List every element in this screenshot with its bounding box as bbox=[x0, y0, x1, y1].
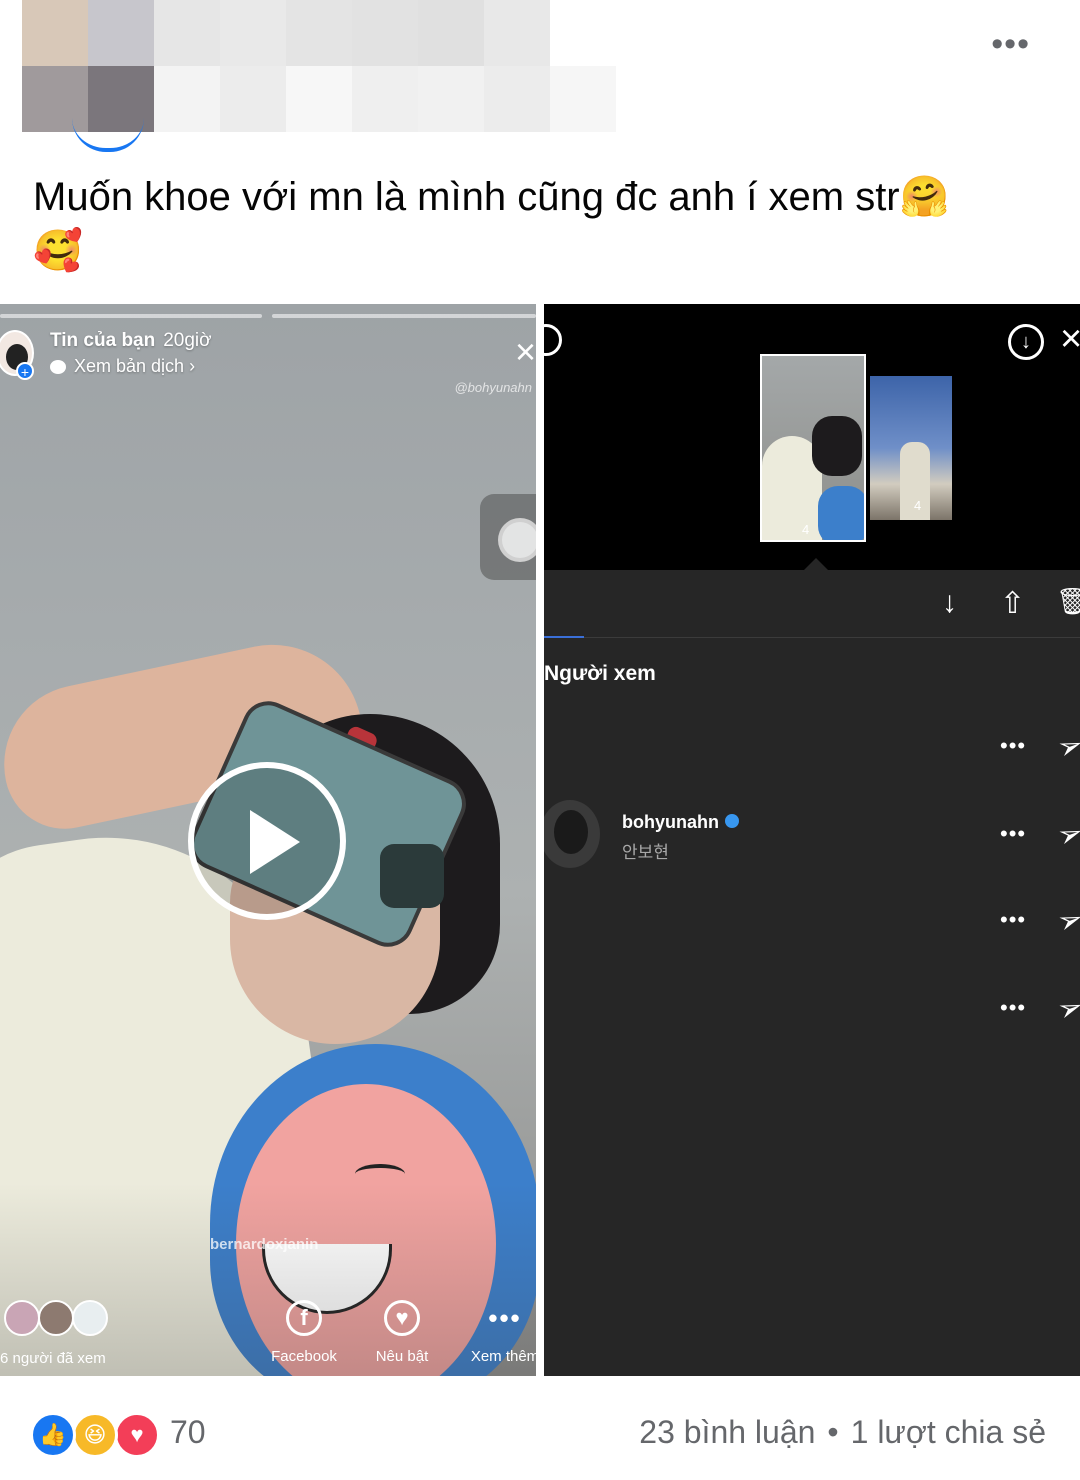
story-progress-bar-2 bbox=[272, 314, 536, 318]
more-dots-icon: ••• bbox=[488, 1302, 522, 1333]
translate-label: Xem bản dịch bbox=[74, 356, 185, 376]
selected-thumbnail-pointer bbox=[802, 558, 830, 572]
assistive-touch-button[interactable] bbox=[480, 494, 536, 580]
thumbnail-view-count: 4 bbox=[802, 522, 810, 537]
settings-gear-icon[interactable] bbox=[544, 324, 562, 356]
watermark-top: @bohyunahn bbox=[454, 380, 532, 395]
chevron-right-icon: › bbox=[189, 356, 196, 376]
highlight-action[interactable]: ♥ Nêu bật bbox=[362, 1300, 442, 1365]
engagement-stats: 23 bình luận • 1 lượt chia sẻ bbox=[639, 1414, 1046, 1451]
viewer-row[interactable]: bohyunahn bbox=[622, 812, 739, 833]
facebook-action[interactable]: f Facebook bbox=[264, 1300, 344, 1365]
post-footer: 👍 😆 ♥ 70 23 bình luận • 1 lượt chia sẻ bbox=[0, 1400, 1080, 1470]
facebook-icon: f bbox=[286, 1300, 322, 1336]
post-header: ••• bbox=[0, 0, 1080, 152]
more-options-icon[interactable]: ••• bbox=[991, 27, 1030, 61]
viewer-avatar bbox=[38, 1300, 74, 1336]
viewer-display-name: 안보현 bbox=[622, 843, 669, 862]
more-action[interactable]: ••• Xem thêm bbox=[460, 1300, 536, 1366]
viewer-avatar bbox=[72, 1300, 108, 1336]
row-options-icon[interactable]: ••• bbox=[1000, 997, 1026, 1019]
smiling-hearts-emoji: 🥰 bbox=[33, 228, 83, 274]
like-reaction-icon: 👍 bbox=[30, 1412, 76, 1458]
send-icon[interactable]: ➢ bbox=[1053, 815, 1080, 855]
chat-bubble-icon bbox=[50, 360, 66, 374]
download-icon[interactable]: ↓ bbox=[942, 586, 957, 620]
reaction-count[interactable]: 70 bbox=[170, 1414, 206, 1451]
story-thumbnail-1[interactable]: 4 bbox=[760, 354, 866, 542]
action-label: Xem thêm bbox=[470, 1348, 536, 1365]
row-options-icon[interactable]: ••• bbox=[1000, 735, 1026, 757]
hugging-face-emoji: 🤗 bbox=[899, 174, 950, 220]
love-reaction-icon: ♥ bbox=[114, 1412, 160, 1458]
viewer-username: bohyunahn bbox=[622, 812, 719, 832]
story-header: Tin của bạn 20giờ bbox=[50, 330, 212, 352]
avatar-story-ring[interactable] bbox=[72, 118, 144, 152]
row-options-icon[interactable]: ••• bbox=[1000, 823, 1026, 845]
action-label: Facebook bbox=[271, 1348, 337, 1365]
share-icon[interactable]: ⇧ bbox=[1000, 586, 1025, 621]
send-icon[interactable]: ➢ bbox=[1053, 727, 1080, 767]
separator: • bbox=[827, 1414, 839, 1450]
watermark-bottom: bernardoxjanin bbox=[210, 1236, 319, 1253]
close-icon[interactable]: × bbox=[1060, 320, 1080, 358]
post-caption: Muốn khoe với mn là mình cũng đc anh í x… bbox=[33, 170, 1043, 278]
highlight-heart-icon: ♥ bbox=[384, 1300, 420, 1336]
row-options-icon[interactable]: ••• bbox=[1000, 909, 1026, 931]
story-title: Tin của bạn bbox=[50, 330, 156, 351]
story-screenshot[interactable]: + Tin của bạn 20giờ Xem bản dịch › × @boh… bbox=[0, 304, 536, 1376]
share-count[interactable]: 1 lượt chia sẻ bbox=[851, 1414, 1046, 1450]
haha-reaction-icon: 😆 bbox=[72, 1412, 118, 1458]
active-tab-indicator bbox=[544, 636, 584, 638]
viewers-heading: Người xem bbox=[544, 662, 656, 685]
play-video-button[interactable] bbox=[188, 762, 346, 920]
download-circle-icon[interactable]: ↓ bbox=[1008, 324, 1044, 360]
story-thumbnails-area: ↓ × 4 4 bbox=[544, 304, 1080, 570]
comment-count[interactable]: 23 bình luận bbox=[639, 1414, 815, 1450]
send-icon[interactable]: ➢ bbox=[1053, 901, 1080, 941]
delete-icon[interactable]: 🗑 bbox=[1056, 586, 1080, 617]
action-label: Nêu bật bbox=[375, 1348, 429, 1365]
thumbnail-view-count: 4 bbox=[914, 498, 922, 513]
pixelated-profile-area bbox=[22, 0, 618, 132]
instagram-viewers-screenshot: ↓ × 4 4 ↓ ⇧ 🗑 Người xem ••• ➢ bohyunahn … bbox=[544, 304, 1080, 1376]
tab-divider bbox=[584, 637, 1080, 638]
play-icon bbox=[250, 810, 300, 874]
story-thumbnail-2[interactable]: 4 bbox=[870, 376, 952, 520]
close-icon[interactable]: × bbox=[515, 334, 536, 370]
story-progress-bar-1 bbox=[0, 314, 262, 318]
story-time: 20giờ bbox=[163, 330, 212, 351]
viewer-avatar bbox=[4, 1300, 40, 1336]
send-icon[interactable]: ➢ bbox=[1053, 989, 1080, 1029]
verified-badge-icon bbox=[725, 814, 739, 828]
story-viewers-avatars[interactable] bbox=[4, 1300, 114, 1340]
viewers-count-label[interactable]: 6 người đã xem bbox=[0, 1350, 106, 1367]
translate-link[interactable]: Xem bản dịch › bbox=[50, 356, 195, 377]
add-story-plus-icon[interactable]: + bbox=[16, 362, 34, 380]
viewer-avatar[interactable] bbox=[544, 800, 600, 868]
caption-text: Muốn khoe với mn là mình cũng đc anh í x… bbox=[33, 175, 900, 219]
